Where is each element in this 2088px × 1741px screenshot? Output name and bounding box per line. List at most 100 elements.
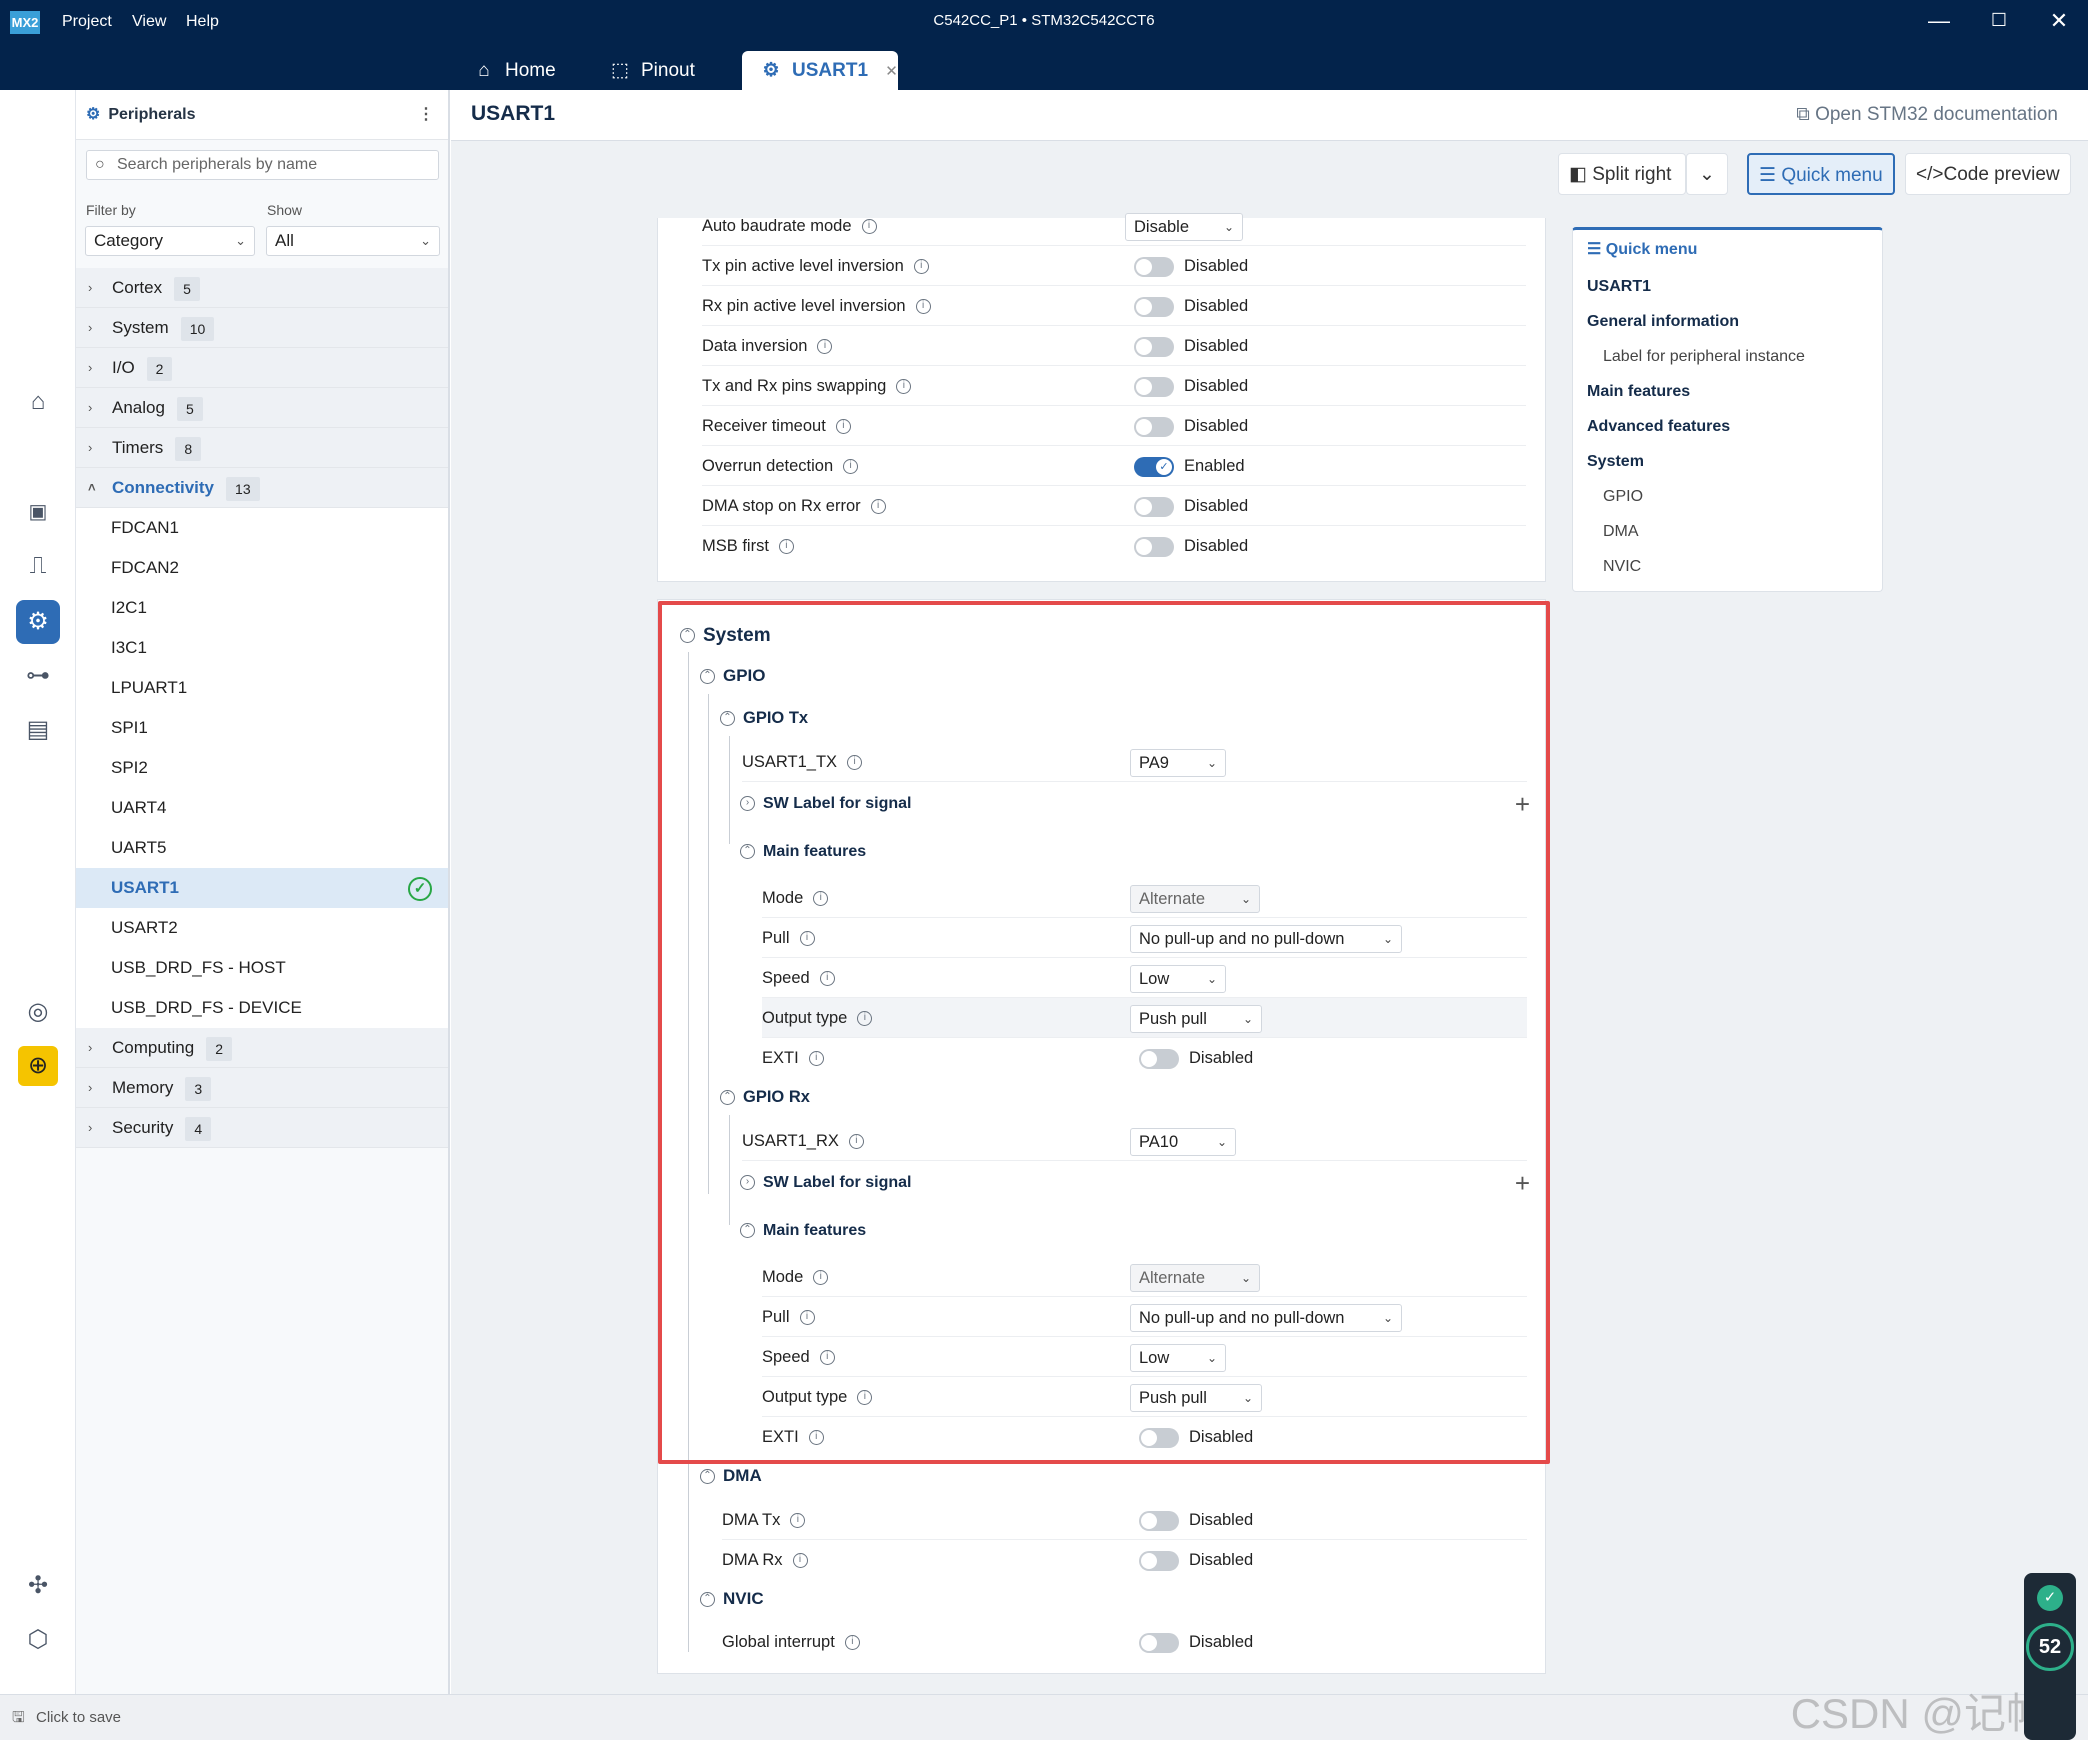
category-computing[interactable]: › Computing 2 xyxy=(76,1028,448,1068)
tab-pinout-label: Pinout xyxy=(641,60,695,81)
info-icon[interactable]: i xyxy=(896,379,912,395)
toggle-switch-on[interactable] xyxy=(1134,456,1174,477)
quick-menu-item[interactable]: Main features xyxy=(1587,383,1690,401)
setting-label: Receiver timeout i xyxy=(702,406,851,446)
info-icon[interactable]: i xyxy=(817,339,833,355)
peripheral-spi2[interactable]: SPI2 xyxy=(76,748,448,788)
more-options-icon[interactable]: ⋮ xyxy=(418,90,434,140)
settings-hex-icon[interactable]: ⬡ xyxy=(18,1620,58,1660)
split-right-button[interactable]: ◧ Split right xyxy=(1558,153,1686,195)
category-timers[interactable]: › Timers 8 xyxy=(76,428,448,468)
category-system[interactable]: › System 10 xyxy=(76,308,448,348)
peripherals-icon[interactable]: ⚙ xyxy=(16,600,60,644)
category-security[interactable]: › Security 4 xyxy=(76,1108,448,1148)
info-icon[interactable]: i xyxy=(792,1553,808,1569)
peripheral-fdcan2[interactable]: FDCAN2 xyxy=(76,548,448,588)
peripheral-usart1[interactable]: USART1 ✓ xyxy=(76,868,448,908)
info-icon[interactable]: i xyxy=(843,459,859,475)
quick-menu-item[interactable]: System xyxy=(1587,453,1644,471)
clock-tree-icon[interactable]: ⎍ xyxy=(18,546,58,586)
quick-menu-item[interactable]: NVIC xyxy=(1603,558,1641,576)
tab-usart1[interactable]: ⚙ USART1 ✕ xyxy=(742,51,898,90)
category-count: 13 xyxy=(226,476,260,501)
quick-menu-item[interactable]: Advanced features xyxy=(1587,418,1730,436)
quick-menu-item[interactable]: General information xyxy=(1587,313,1739,331)
tab-pinout[interactable]: ⬚ Pinout xyxy=(591,51,741,90)
filter-select[interactable]: Category ⌄ xyxy=(85,226,255,256)
info-icon[interactable]: i xyxy=(861,219,877,235)
peripheral-uart5[interactable]: UART5 xyxy=(76,828,448,868)
upload-icon[interactable]: ⊕ xyxy=(18,1046,58,1086)
info-icon[interactable]: i xyxy=(870,499,886,515)
category-label: Connectivity xyxy=(112,478,215,497)
category-count: 8 xyxy=(175,436,202,461)
peripheral-uart4[interactable]: UART4 xyxy=(76,788,448,828)
minimize-icon[interactable]: — xyxy=(1924,8,1954,34)
score-gauge: 52 xyxy=(2026,1623,2074,1671)
chip-icon[interactable]: ▣ xyxy=(18,492,58,532)
info-icon[interactable]: i xyxy=(915,299,931,315)
board-icon[interactable]: ▤ xyxy=(18,710,58,750)
auto-baudrate-select[interactable]: Disable ⌄ xyxy=(1125,212,1243,241)
toggle-switch[interactable] xyxy=(1134,296,1174,317)
tab-close-icon[interactable]: ✕ xyxy=(885,63,898,80)
toggle-switch[interactable] xyxy=(1139,1510,1179,1531)
save-icon[interactable]: 🖫 xyxy=(12,1707,25,1732)
peripheral-lpuart1[interactable]: LPUART1 xyxy=(76,668,448,708)
toggle-switch[interactable] xyxy=(1139,1550,1179,1571)
peripheral-i2c1[interactable]: I2C1 xyxy=(76,588,448,628)
close-window-icon[interactable]: ✕ xyxy=(2044,8,2074,34)
plugin-icon[interactable]: ✣ xyxy=(18,1566,58,1606)
category-count: 5 xyxy=(176,396,203,421)
quick-menu-item[interactable]: Label for peripheral instance xyxy=(1603,348,1805,366)
save-status[interactable]: Click to save xyxy=(36,1709,121,1726)
toggle-switch[interactable] xyxy=(1134,376,1174,397)
category-analog[interactable]: › Analog 5 xyxy=(76,388,448,428)
peripheral-spi1[interactable]: SPI1 xyxy=(76,708,448,748)
peripheral-fdcan1[interactable]: FDCAN1 xyxy=(76,508,448,548)
quick-menu-item[interactable]: DMA xyxy=(1603,523,1639,541)
peripheral-usart2[interactable]: USART2 xyxy=(76,908,448,948)
info-icon[interactable]: i xyxy=(844,1635,860,1651)
show-select[interactable]: All ⌄ xyxy=(266,226,440,256)
info-icon[interactable]: i xyxy=(913,259,929,275)
page-title: USART1 xyxy=(471,102,556,125)
setting-row: MSB first i Disabled xyxy=(702,526,1526,566)
advanced-features-card: Auto baudrate mode i Disable ⌄ Tx pin activ… xyxy=(657,212,1546,582)
tab-home[interactable]: ⌂ Home xyxy=(455,51,591,90)
info-icon[interactable]: i xyxy=(790,1513,806,1529)
category-memory[interactable]: › Memory 3 xyxy=(76,1068,448,1108)
toggle-switch[interactable] xyxy=(1139,1632,1179,1653)
code-preview-button[interactable]: </>Code preview xyxy=(1905,153,2071,195)
info-icon[interactable]: i xyxy=(778,539,794,555)
toggle-switch[interactable] xyxy=(1134,336,1174,357)
search-input[interactable]: ○ Search peripherals by name xyxy=(86,150,439,180)
toggle-switch[interactable] xyxy=(1134,496,1174,517)
toggle-switch[interactable] xyxy=(1134,536,1174,557)
category-cortex[interactable]: › Cortex 5 xyxy=(76,268,448,308)
maximize-icon[interactable]: ☐ xyxy=(1984,10,2014,31)
info-icon[interactable]: i xyxy=(835,419,851,435)
section-nvic[interactable]: ⌃ NVIC xyxy=(700,1581,764,1617)
title-bar: MX2 Project View Help C542CC_P1 • STM32C… xyxy=(0,0,2088,45)
category-connectivity[interactable]: ˄ Connectivity 13 xyxy=(76,468,448,508)
toggle-switch[interactable] xyxy=(1134,256,1174,277)
home-icon[interactable]: ⌂ xyxy=(18,382,58,422)
doc-link[interactable]: ⧉ Open STM32 documentation xyxy=(1796,104,2058,126)
show-label: Show xyxy=(267,202,303,218)
quick-menu-item[interactable]: USART1 xyxy=(1587,278,1651,296)
middleware-icon[interactable]: ⊶ xyxy=(18,656,58,696)
peripheral-i3c1[interactable]: I3C1 xyxy=(76,628,448,668)
toggle-switch[interactable] xyxy=(1134,416,1174,437)
setting-label: Auto baudrate mode i xyxy=(702,206,877,246)
split-dropdown-button[interactable]: ⌄ xyxy=(1686,153,1728,195)
quick-menu-item[interactable]: GPIO xyxy=(1603,488,1643,506)
quick-menu-button[interactable]: ☰ Quick menu xyxy=(1747,153,1895,195)
settings-icon[interactable]: ◎ xyxy=(18,992,58,1032)
setting-row: DMA stop on Rx error i Disabled xyxy=(702,486,1526,526)
tab-bar: ⌂ Home ⬚ Pinout ⚙ USART1 ✕ xyxy=(0,45,2088,90)
category-io[interactable]: › I/O 2 xyxy=(76,348,448,388)
peripheral-usb-device[interactable]: USB_DRD_FS - DEVICE xyxy=(76,988,448,1028)
category-label: System xyxy=(112,318,169,337)
peripheral-usb-host[interactable]: USB_DRD_FS - HOST xyxy=(76,948,448,988)
